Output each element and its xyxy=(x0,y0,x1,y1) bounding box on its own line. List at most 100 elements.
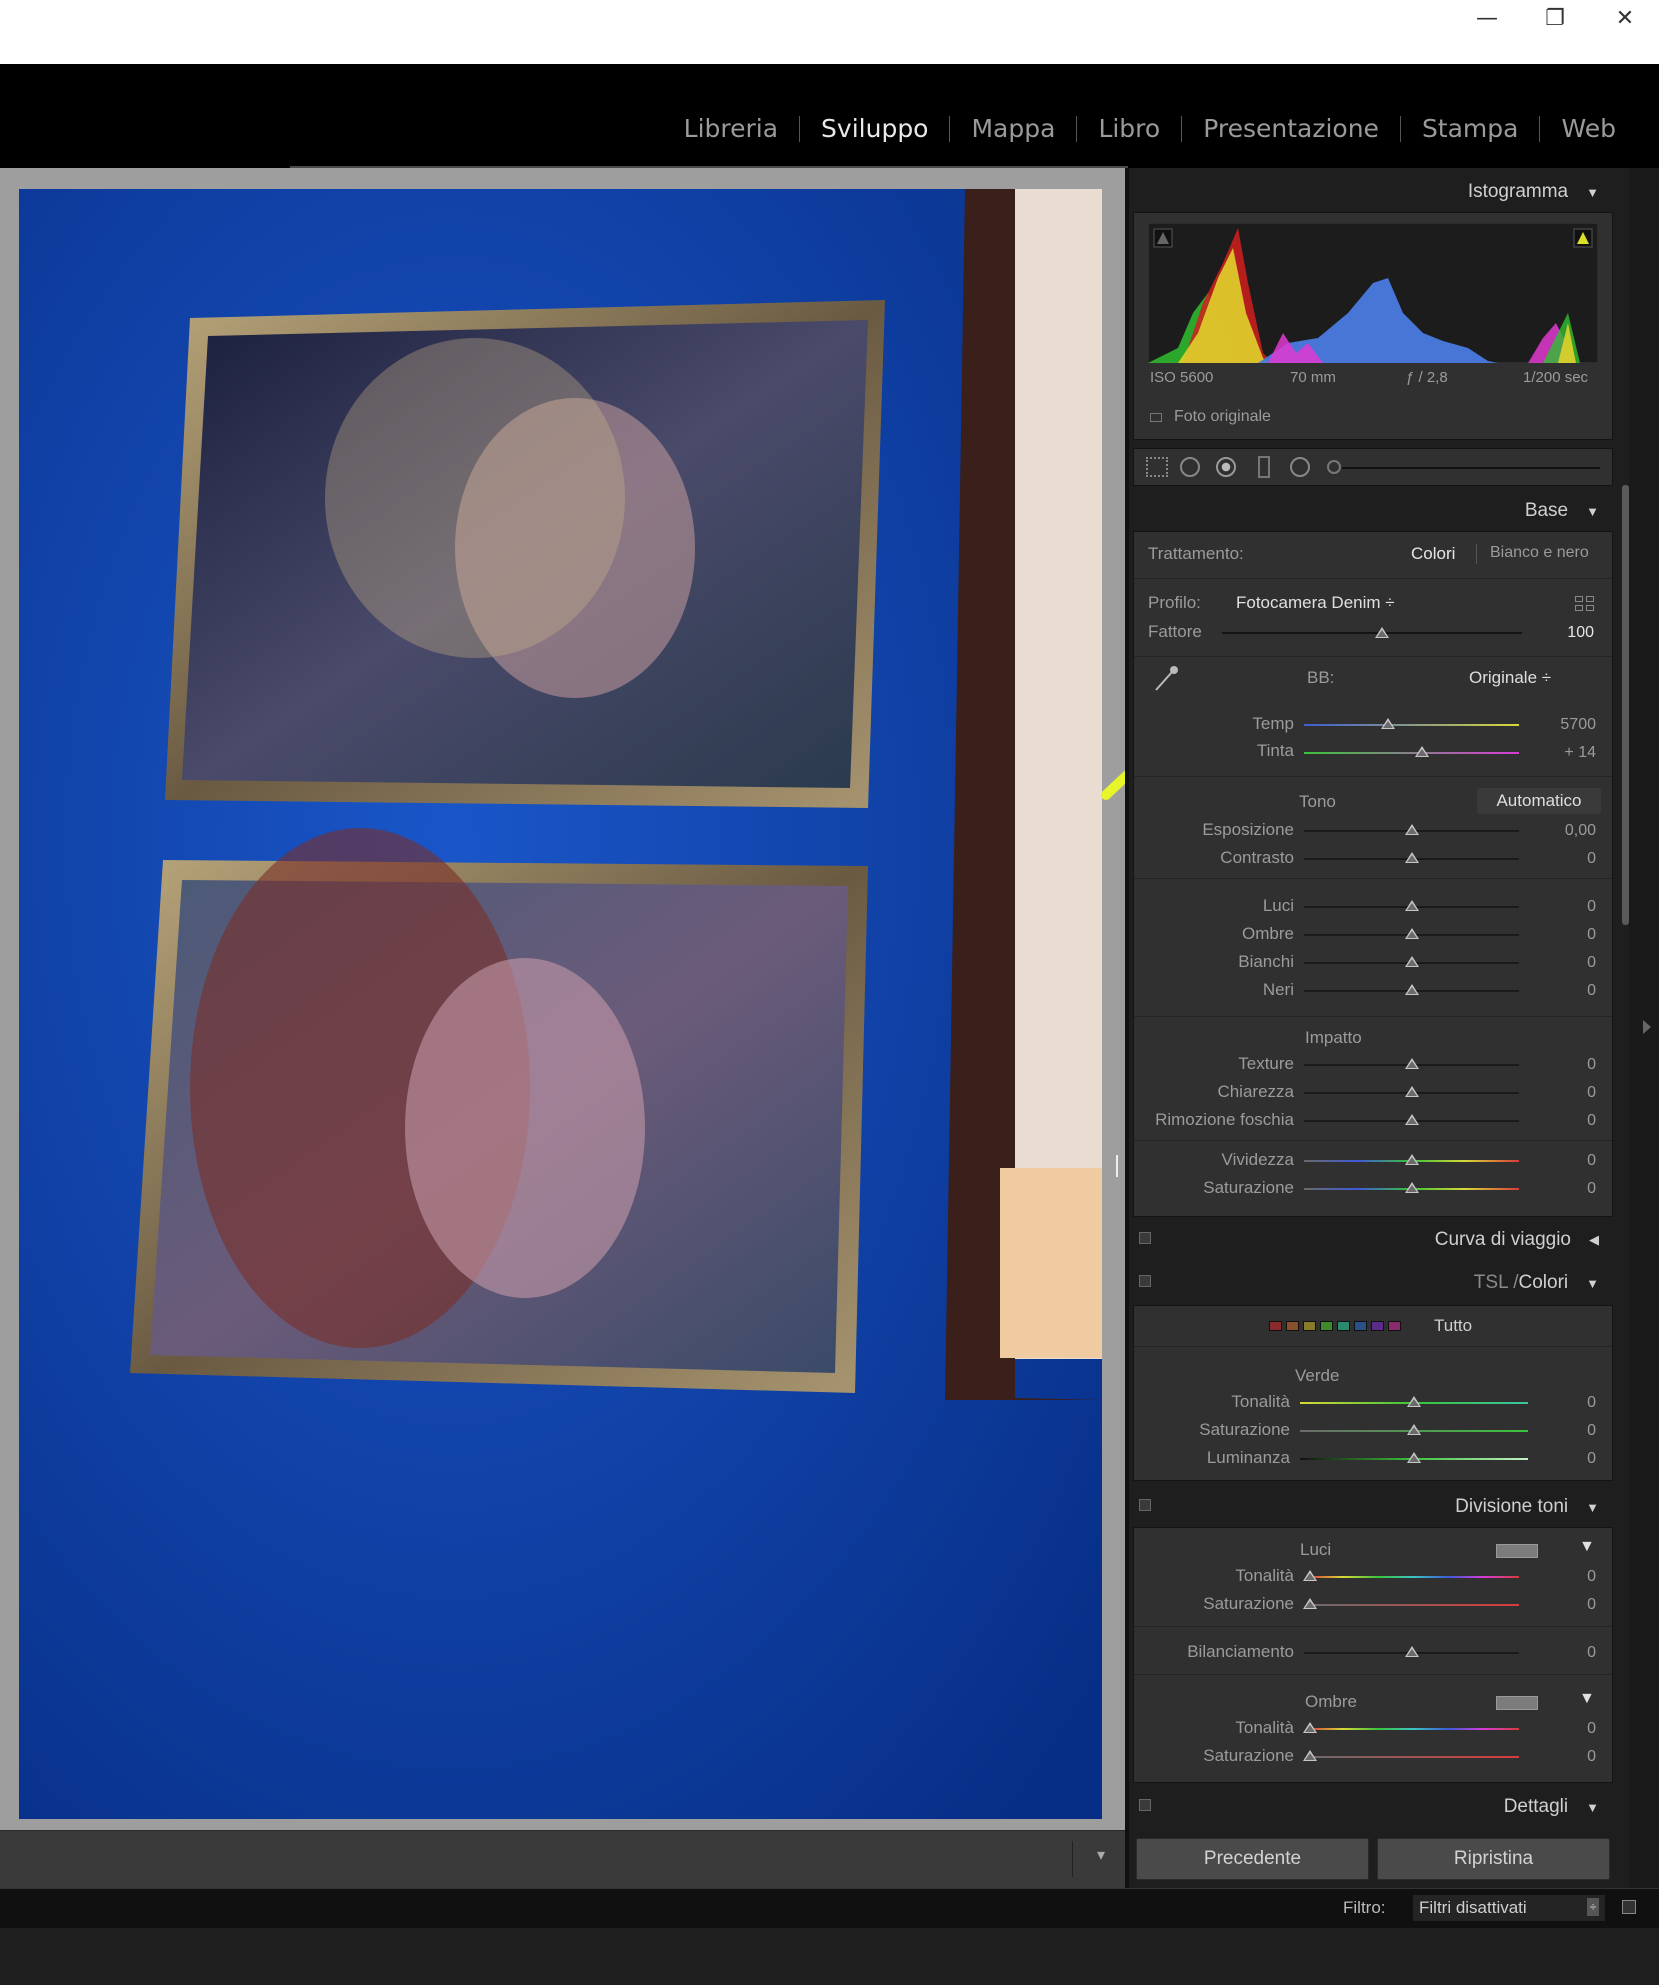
hsl-luminance-value[interactable]: 0 xyxy=(1536,1450,1596,1468)
module-develop[interactable]: Sviluppo xyxy=(800,114,949,143)
module-print[interactable]: Stampa xyxy=(1401,114,1540,143)
amount-value[interactable]: 100 xyxy=(1534,624,1594,642)
auto-tone-button[interactable]: Automatico xyxy=(1477,788,1601,814)
saturation-value[interactable]: 0 xyxy=(1536,1180,1596,1198)
tint-value[interactable]: + 14 xyxy=(1536,744,1596,762)
swatch-blue[interactable] xyxy=(1354,1321,1367,1331)
split-sh-hue-slider-track[interactable] xyxy=(1308,1728,1519,1730)
crop-tool-icon[interactable] xyxy=(1146,457,1168,477)
swatch-orange[interactable] xyxy=(1286,1321,1299,1331)
details-header[interactable]: Dettagli ▼ xyxy=(1133,1787,1613,1827)
shadows-slider-thumb[interactable] xyxy=(1405,928,1419,939)
tint-slider-thumb[interactable] xyxy=(1415,746,1429,757)
texture-value[interactable]: 0 xyxy=(1536,1056,1596,1074)
texture-slider-thumb[interactable] xyxy=(1405,1058,1419,1069)
whites-slider-thumb[interactable] xyxy=(1405,956,1419,967)
shadows-color-picker-icon[interactable]: ▼ xyxy=(1579,1690,1595,1708)
split-sh-hue-value[interactable]: 0 xyxy=(1536,1720,1596,1738)
radial-filter-icon[interactable] xyxy=(1290,457,1310,477)
hsl-saturation-value[interactable]: 0 xyxy=(1536,1422,1596,1440)
split-hl-saturation-slider-thumb[interactable] xyxy=(1303,1598,1317,1609)
split-sh-saturation-value[interactable]: 0 xyxy=(1536,1748,1596,1766)
tint-slider-track[interactable] xyxy=(1304,752,1519,754)
split-sh-saturation-slider-thumb[interactable] xyxy=(1303,1750,1317,1761)
hsl-hue-value[interactable]: 0 xyxy=(1536,1394,1596,1412)
saturation-slider-thumb[interactable] xyxy=(1405,1182,1419,1193)
previous-button[interactable]: Precedente xyxy=(1136,1838,1369,1880)
red-eye-icon[interactable] xyxy=(1216,457,1236,477)
treatment-bw-option[interactable]: Bianco e nero xyxy=(1490,544,1589,562)
original-photo-checkbox[interactable] xyxy=(1150,413,1162,422)
highlights-color-picker-icon[interactable]: ▼ xyxy=(1579,1538,1595,1556)
hsl-title[interactable]: Colori xyxy=(1519,1272,1569,1294)
temp-slider-thumb[interactable] xyxy=(1381,718,1395,729)
hsl-header[interactable]: TSL / Colori ▼ xyxy=(1133,1263,1613,1303)
module-library[interactable]: Libreria xyxy=(663,114,799,143)
collapse-right-panel-icon[interactable] xyxy=(1643,1020,1651,1034)
clarity-value[interactable]: 0 xyxy=(1536,1084,1596,1102)
swatch-aqua[interactable] xyxy=(1337,1321,1350,1331)
exposure-slider-thumb[interactable] xyxy=(1405,824,1419,835)
split-hl-saturation-slider-track[interactable] xyxy=(1308,1604,1519,1606)
wb-select[interactable]: Originale ÷ xyxy=(1469,668,1551,688)
hsl-hue-slider-thumb[interactable] xyxy=(1407,1396,1421,1407)
contrast-value[interactable]: 0 xyxy=(1536,850,1596,868)
swatch-green[interactable] xyxy=(1320,1321,1333,1331)
histogram-chart[interactable] xyxy=(1148,223,1598,363)
treatment-color-option[interactable]: Colori xyxy=(1411,544,1455,564)
eyedropper-icon[interactable] xyxy=(1148,662,1182,696)
vibrance-value[interactable]: 0 xyxy=(1536,1152,1596,1170)
split-hl-hue-slider-thumb[interactable] xyxy=(1303,1570,1317,1581)
module-map[interactable]: Mappa xyxy=(950,114,1076,143)
tone-curve-header[interactable]: Curva di viaggio ◀ xyxy=(1133,1220,1613,1260)
highlights-slider-thumb[interactable] xyxy=(1405,900,1419,911)
balance-slider-thumb[interactable] xyxy=(1405,1646,1419,1657)
histogram-header[interactable]: Istogramma ▼ xyxy=(1133,172,1613,212)
close-button[interactable]: ✕ xyxy=(1590,0,1659,36)
swatch-magenta[interactable] xyxy=(1388,1321,1401,1331)
exposure-value[interactable]: 0,00 xyxy=(1536,822,1596,840)
profile-browser-icon[interactable] xyxy=(1575,596,1595,612)
vibrance-slider-thumb[interactable] xyxy=(1405,1154,1419,1165)
photo-preview-area[interactable] xyxy=(0,168,1450,1830)
blacks-slider-thumb[interactable] xyxy=(1405,984,1419,995)
hsl-luminance-slider-thumb[interactable] xyxy=(1407,1452,1421,1463)
panel-toggle-switch[interactable] xyxy=(1139,1799,1151,1811)
whites-value[interactable]: 0 xyxy=(1536,954,1596,972)
split-hl-saturation-value[interactable]: 0 xyxy=(1536,1596,1596,1614)
filter-lock-switch[interactable] xyxy=(1622,1900,1636,1914)
contrast-slider-thumb[interactable] xyxy=(1405,852,1419,863)
panel-toggle-switch[interactable] xyxy=(1139,1275,1151,1287)
shadows-color-swatch[interactable] xyxy=(1496,1696,1538,1710)
blacks-value[interactable]: 0 xyxy=(1536,982,1596,1000)
split-toning-header[interactable]: Divisione toni ▼ xyxy=(1133,1487,1613,1527)
temp-value[interactable]: 5700 xyxy=(1536,716,1596,734)
filter-select[interactable]: Filtri disattivati ÷ xyxy=(1413,1895,1605,1921)
dehaze-value[interactable]: 0 xyxy=(1536,1112,1596,1130)
swatch-purple[interactable] xyxy=(1371,1321,1384,1331)
hsl-saturation-slider-thumb[interactable] xyxy=(1407,1424,1421,1435)
hsl-title-prefix[interactable]: TSL / xyxy=(1474,1272,1519,1294)
spot-removal-icon[interactable] xyxy=(1180,457,1200,477)
amount-slider-track[interactable] xyxy=(1222,632,1522,634)
balance-value[interactable]: 0 xyxy=(1536,1644,1596,1662)
clarity-slider-thumb[interactable] xyxy=(1405,1086,1419,1097)
module-web[interactable]: Web xyxy=(1540,114,1637,143)
minimize-button[interactable]: — xyxy=(1452,0,1522,36)
split-sh-hue-slider-thumb[interactable] xyxy=(1303,1722,1317,1733)
highlights-value[interactable]: 0 xyxy=(1536,898,1596,916)
toolbar-menu-icon[interactable]: ▾ xyxy=(1097,1845,1105,1865)
module-book[interactable]: Libro xyxy=(1077,114,1181,143)
dehaze-slider-thumb[interactable] xyxy=(1405,1114,1419,1125)
swatch-red[interactable] xyxy=(1269,1321,1282,1331)
temp-slider-track[interactable] xyxy=(1304,724,1519,726)
graduated-filter-icon[interactable] xyxy=(1258,456,1270,478)
right-panel-scrollbar[interactable] xyxy=(1622,485,1629,925)
split-sh-saturation-slider-track[interactable] xyxy=(1308,1756,1519,1758)
highlights-color-swatch[interactable] xyxy=(1496,1544,1538,1558)
split-hl-hue-value[interactable]: 0 xyxy=(1536,1568,1596,1586)
shadows-value[interactable]: 0 xyxy=(1536,926,1596,944)
panel-resize-handle[interactable] xyxy=(1116,1155,1120,1177)
base-header[interactable]: Base ▼ xyxy=(1133,491,1613,531)
reset-button[interactable]: Ripristina xyxy=(1377,1838,1610,1880)
